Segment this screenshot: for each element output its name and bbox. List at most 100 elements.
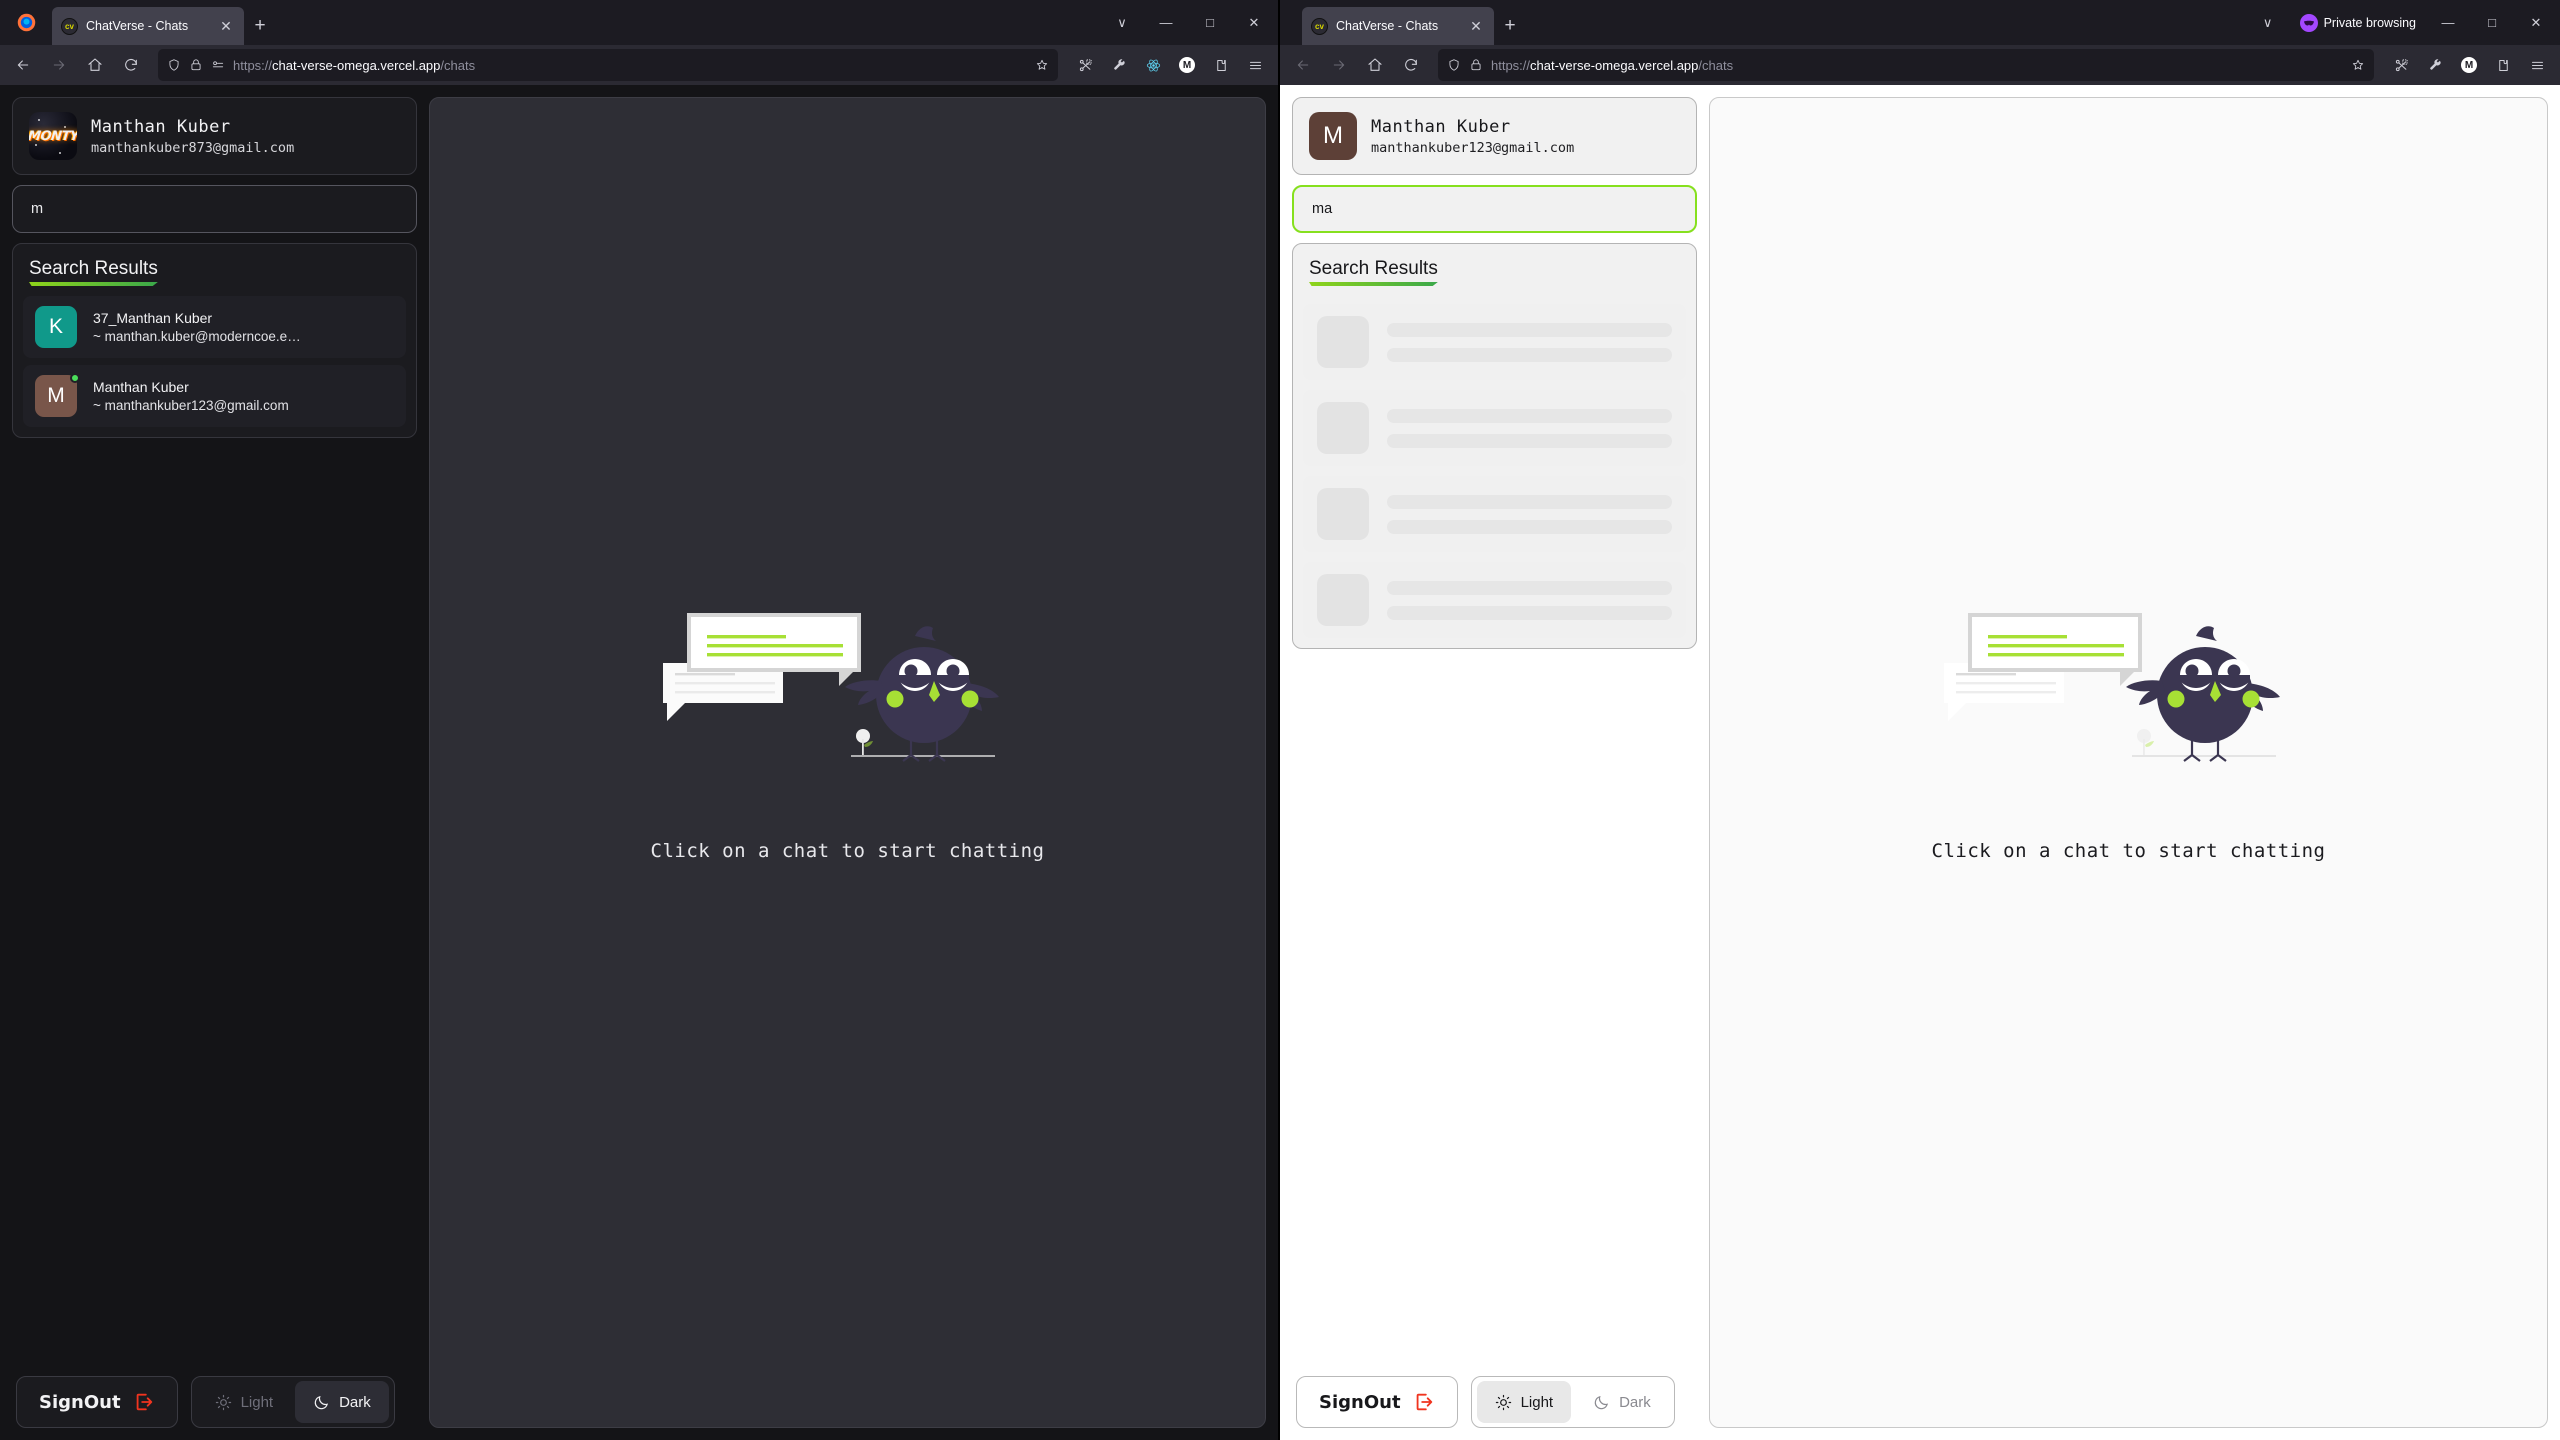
wrench-icon[interactable] — [1102, 49, 1136, 81]
search-input[interactable]: m — [12, 185, 417, 233]
sun-icon — [1495, 1394, 1511, 1410]
signout-button[interactable]: SignOut — [1296, 1376, 1458, 1428]
search-results-title: Search Results — [29, 258, 158, 286]
titlebar-right-controls-right: ∨ Private browsing — □ ✕ — [2246, 0, 2560, 45]
home-button-icon[interactable] — [1358, 49, 1392, 81]
profile-avatar-image: MONTY — [29, 112, 77, 160]
extensions-icon[interactable] — [2486, 49, 2520, 81]
private-mask-icon — [2299, 13, 2318, 32]
close-window-button[interactable]: ✕ — [1232, 3, 1276, 43]
profile-info: Manthan Kuber manthankuber873@gmail.com — [91, 117, 294, 156]
browser-window-right: cv ChatVerse - Chats ✕ + ∨ Private brows… — [1278, 0, 2560, 1440]
browser-tab-left[interactable]: cv ChatVerse - Chats ✕ — [52, 7, 244, 45]
profile-email: manthankuber123@gmail.com — [1371, 139, 1575, 156]
forward-button-icon[interactable] — [42, 49, 76, 81]
moon-icon — [1594, 1395, 1609, 1409]
lock-icon[interactable] — [1469, 58, 1483, 72]
profile-card[interactable]: MONTY Manthan Kuber manthankuber873@gmai… — [12, 97, 417, 175]
url-bar-right[interactable]: https://chat-verse-omega.vercel.app/chat… — [1438, 49, 2374, 81]
wrench-icon[interactable] — [2418, 49, 2452, 81]
titlebar-left: cv ChatVerse - Chats ✕ + ∨ — □ ✕ — [0, 0, 1278, 45]
list-all-tabs-icon[interactable]: ∨ — [1100, 3, 1144, 43]
list-item[interactable]: K 37_Manthan Kuber ~ manthan.kuber@moder… — [23, 296, 406, 358]
tracking-protection-shield-icon[interactable] — [167, 58, 181, 72]
list-item[interactable]: M Manthan Kuber ~ manthankuber123@gmail.… — [23, 365, 406, 427]
search-results-skeleton-list — [1293, 296, 1696, 648]
skeleton-line — [1387, 408, 1672, 423]
search-input[interactable]: ma — [1292, 185, 1697, 233]
browser-tab-right[interactable]: cv ChatVerse - Chats ✕ — [1302, 7, 1494, 45]
signout-label: SignOut — [39, 1391, 121, 1413]
tab-title: ChatVerse - Chats — [1336, 19, 1439, 33]
react-devtools-icon[interactable] — [1136, 49, 1170, 81]
chatverse-app-left: MONTY Manthan Kuber manthankuber873@gmai… — [0, 85, 1278, 1440]
maximize-button[interactable]: □ — [2470, 3, 2514, 43]
extensions-icon[interactable] — [1204, 49, 1238, 81]
result-text: Manthan Kuber ~ manthankuber123@gmail.co… — [93, 379, 289, 413]
app-layout-left: MONTY Manthan Kuber manthankuber873@gmai… — [0, 85, 1278, 1440]
bird-illustration-icon — [1943, 613, 2280, 762]
app-menu-icon[interactable] — [1238, 49, 1272, 81]
skeleton-list-item — [1303, 390, 1686, 466]
new-tab-button[interactable]: + — [1494, 10, 1526, 42]
profile-card[interactable]: M Manthan Kuber manthankuber123@gmail.co… — [1292, 97, 1697, 175]
skeleton-avatar — [1317, 488, 1369, 540]
tab-close-icon[interactable]: ✕ — [217, 19, 235, 33]
bookmark-star-icon[interactable] — [2351, 58, 2365, 72]
profile-name: Manthan Kuber — [1371, 116, 1511, 137]
site-permissions-icon[interactable] — [211, 58, 225, 72]
result-text: 37_Manthan Kuber ~ manthan.kuber@modernc… — [93, 310, 301, 344]
search-results-card: Search Results — [1292, 243, 1697, 649]
firefox-logo-icon — [0, 0, 52, 45]
bookmark-star-icon[interactable] — [1035, 58, 1049, 72]
metamask-avatar-icon[interactable]: M — [1170, 49, 1204, 81]
skeleton-line — [1387, 605, 1672, 620]
logout-icon — [136, 1393, 152, 1411]
result-avatar: M — [35, 373, 80, 417]
metamask-avatar-icon[interactable]: M — [2452, 49, 2486, 81]
screenshot-scissors-icon[interactable] — [1068, 49, 1102, 81]
url-bar-left[interactable]: https://chat-verse-omega.vercel.app/chat… — [158, 49, 1058, 81]
close-window-button[interactable]: ✕ — [2514, 3, 2558, 43]
skeleton-lines — [1387, 494, 1672, 534]
maximize-button[interactable]: □ — [1188, 3, 1232, 43]
tracking-protection-shield-icon[interactable] — [1447, 58, 1461, 72]
theme-light-button[interactable]: Light — [1476, 1381, 1572, 1423]
skeleton-line — [1387, 580, 1672, 595]
lock-icon[interactable] — [189, 58, 203, 72]
profile-email: manthankuber873@gmail.com — [91, 139, 295, 156]
theme-dark-button[interactable]: Dark — [1575, 1381, 1669, 1423]
minimize-button[interactable]: — — [2426, 3, 2470, 43]
minimize-button[interactable]: — — [1144, 3, 1188, 43]
tab-close-icon[interactable]: ✕ — [1467, 19, 1485, 33]
chat-empty-pane-right: Click on a chat to start chatting — [1709, 97, 2548, 1428]
reload-button-icon[interactable] — [1394, 49, 1428, 81]
signout-button[interactable]: SignOut — [16, 1376, 178, 1428]
result-email: ~ manthan.kuber@moderncoe.e… — [93, 329, 301, 344]
sidebar-body-right: M Manthan Kuber manthankuber123@gmail.co… — [1292, 97, 1697, 1428]
navigation-toolbar-left: https://chat-verse-omega.vercel.app/chat… — [0, 45, 1278, 85]
tab-title: ChatVerse - Chats — [86, 19, 189, 33]
app-layout-right: M Manthan Kuber manthankuber123@gmail.co… — [1280, 85, 2560, 1440]
list-all-tabs-icon[interactable]: ∨ — [2246, 3, 2290, 43]
navigation-toolbar-right: https://chat-verse-omega.vercel.app/chat… — [1280, 45, 2560, 85]
theme-light-label: Light — [240, 1393, 274, 1411]
theme-dark-button[interactable]: Dark — [295, 1381, 389, 1423]
forward-button-icon[interactable] — [1322, 49, 1356, 81]
avatar-initial: K — [35, 306, 77, 348]
search-results-card: Search Results K 37_Manthan Kuber ~ mant… — [12, 243, 417, 438]
theme-light-button[interactable]: Light — [197, 1381, 292, 1423]
skeleton-avatar — [1317, 402, 1369, 454]
skeleton-avatar — [1317, 574, 1369, 626]
app-menu-icon[interactable] — [2520, 49, 2554, 81]
profile-info: Manthan Kuber manthankuber123@gmail.com — [1371, 117, 1574, 156]
reload-button-icon[interactable] — [114, 49, 148, 81]
back-button-icon[interactable] — [1286, 49, 1320, 81]
avatar-initial: M — [2461, 57, 2477, 73]
home-button-icon[interactable] — [78, 49, 112, 81]
screenshot-scissors-icon[interactable] — [2384, 49, 2418, 81]
back-button-icon[interactable] — [6, 49, 40, 81]
empty-state-text: Click on a chat to start chatting — [650, 840, 1045, 862]
new-tab-button[interactable]: + — [244, 10, 276, 42]
search-results-title: Search Results — [1309, 258, 1438, 286]
